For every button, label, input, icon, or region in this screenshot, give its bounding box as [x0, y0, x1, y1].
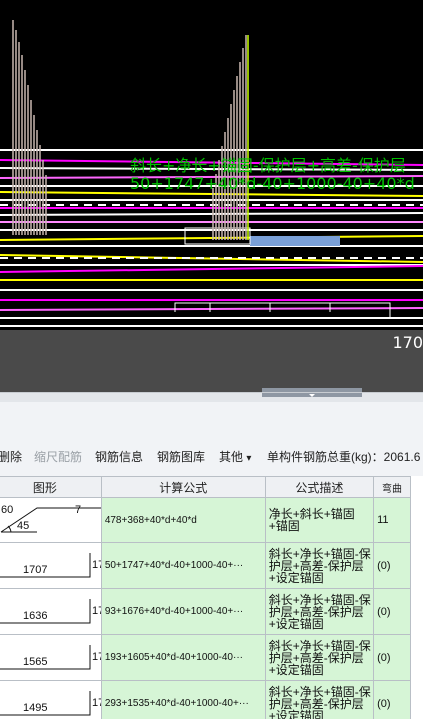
- rebar-bundle-right: [212, 35, 247, 240]
- rebar-line: [0, 212, 423, 216]
- table-row[interactable]: 1707 1760 50+1747+40*d-40+1000-40+··· 斜长…: [0, 542, 411, 589]
- formula-cell[interactable]: 193+1605+40*d-40+1000-40···: [100, 634, 266, 681]
- dimension-value: 170: [392, 333, 423, 352]
- shape-cell[interactable]: 1565 1761: [0, 634, 102, 681]
- shape-dim-left: 1707: [23, 564, 48, 576]
- shape-dim-left: 1636: [23, 610, 48, 622]
- l-bar-shape-icon: [0, 599, 91, 624]
- shape-cell[interactable]: 1707 1760: [0, 542, 102, 589]
- shape-angle: 45: [17, 520, 30, 532]
- other-menu-label: 其他: [219, 450, 244, 464]
- l-bar-shape-icon: [0, 553, 91, 578]
- l-bar-shape-icon: [0, 691, 91, 716]
- l-bar-shape-icon: [0, 645, 91, 670]
- shape-dim-right: 1760: [92, 559, 100, 571]
- shape-dim-left: 1495: [23, 702, 48, 714]
- chevron-down-icon: ▾: [246, 453, 252, 464]
- table-header-row: 图形 计算公式 公式描述 弯曲: [0, 476, 411, 498]
- shape-cell[interactable]: 1636 1760: [0, 588, 102, 635]
- header-formula[interactable]: 计算公式: [100, 476, 266, 498]
- bend-cell[interactable]: (0): [373, 634, 411, 681]
- header-shape[interactable]: 图形: [0, 476, 102, 498]
- bend-cell[interactable]: (0): [373, 680, 411, 719]
- rebar-line: [0, 235, 423, 241]
- table-row[interactable]: 60 7 45 478+368+40*d+40*d 净长+斜长+锚固+锚固 11: [0, 497, 411, 543]
- rebar-formula-value: 50+1747+40*d-40+1000-40+40*d: [130, 174, 415, 193]
- table-row[interactable]: 1495 1760 293+1535+40*d-40+1000-40+··· 斜…: [0, 680, 411, 719]
- shape-cell[interactable]: 60 7 45: [0, 497, 102, 543]
- formula-cell[interactable]: 293+1535+40*d-40+1000-40+···: [100, 680, 266, 719]
- shape-dim-right: 7: [75, 504, 82, 516]
- rebar-toolbar: 删除 缩尺配筋 钢筋信息 钢筋图库 其他 ▾ 单构件钢筋总重(kg)：2061.…: [0, 402, 423, 476]
- rebar-bundle-left: [12, 20, 47, 235]
- description-cell[interactable]: 斜长+净长+锚固-保护层+高差-保护层+设定锚固: [264, 588, 375, 635]
- header-bend[interactable]: 弯曲: [373, 476, 411, 498]
- rebar-table[interactable]: 图形 计算公式 公式描述 弯曲 60 7 45 478+368+40*d+40*…: [0, 476, 423, 719]
- scale-rebar-button[interactable]: 缩尺配筋: [34, 448, 82, 465]
- blue-region: [250, 236, 340, 246]
- bent-bar-shape-icon: [0, 507, 101, 533]
- table-row[interactable]: 1565 1761 193+1605+40*d-40+1000-40··· 斜长…: [0, 634, 411, 681]
- shape-dim-right: 1761: [92, 651, 100, 663]
- rebar-line: [0, 265, 423, 273]
- cad-drawing: [0, 20, 423, 392]
- rebar-line: [0, 307, 423, 311]
- formula-cell[interactable]: 50+1747+40*d-40+1000-40+···: [100, 542, 266, 589]
- description-cell[interactable]: 净长+斜长+锚固+锚固: [264, 497, 375, 543]
- bend-cell[interactable]: 11: [373, 497, 411, 543]
- shape-dim-left: 1565: [23, 656, 48, 668]
- table-row[interactable]: 1636 1760 93+1676+40*d-40+1000-40+··· 斜长…: [0, 588, 411, 635]
- splitter-grip-icon[interactable]: [262, 393, 362, 397]
- description-cell[interactable]: 斜长+净长+锚固-保护层+高差-保护层+设定锚固: [264, 634, 375, 681]
- bend-cell[interactable]: (0): [373, 542, 411, 589]
- bend-cell[interactable]: (0): [373, 588, 411, 635]
- formula-cell[interactable]: 93+1676+40*d-40+1000-40+···: [100, 588, 266, 635]
- concrete-slab: [0, 330, 423, 392]
- cad-viewport[interactable]: 斜长+净长+锚固-保护层+高差-保护层 50+1747+40*d-40+1000…: [0, 0, 423, 392]
- rebar-info-button[interactable]: 钢筋信息: [95, 448, 143, 465]
- formula-cell[interactable]: 478+368+40*d+40*d: [100, 497, 266, 543]
- description-cell[interactable]: 斜长+净长+锚固-保护层+高差-保护层+设定锚固: [264, 680, 375, 719]
- shape-cell[interactable]: 1495 1760: [0, 680, 102, 719]
- header-description[interactable]: 公式描述: [264, 476, 375, 498]
- total-weight-label: 单构件钢筋总重(kg)：2061.6: [267, 450, 421, 464]
- rebar-formula-description: 斜长+净长+锚固-保护层+高差-保护层: [130, 156, 406, 175]
- rebar-library-button[interactable]: 钢筋图库: [157, 448, 205, 465]
- shape-dim-right: 1760: [92, 605, 100, 617]
- shape-dim-left: 60: [1, 504, 14, 516]
- delete-button[interactable]: 删除: [0, 448, 22, 465]
- other-menu[interactable]: 其他 ▾: [219, 448, 251, 465]
- stair-outline: [174, 302, 391, 318]
- shape-dim-right: 1760: [92, 697, 100, 709]
- description-cell[interactable]: 斜长+净长+锚固-保护层+高差-保护层+设定锚固: [264, 542, 375, 589]
